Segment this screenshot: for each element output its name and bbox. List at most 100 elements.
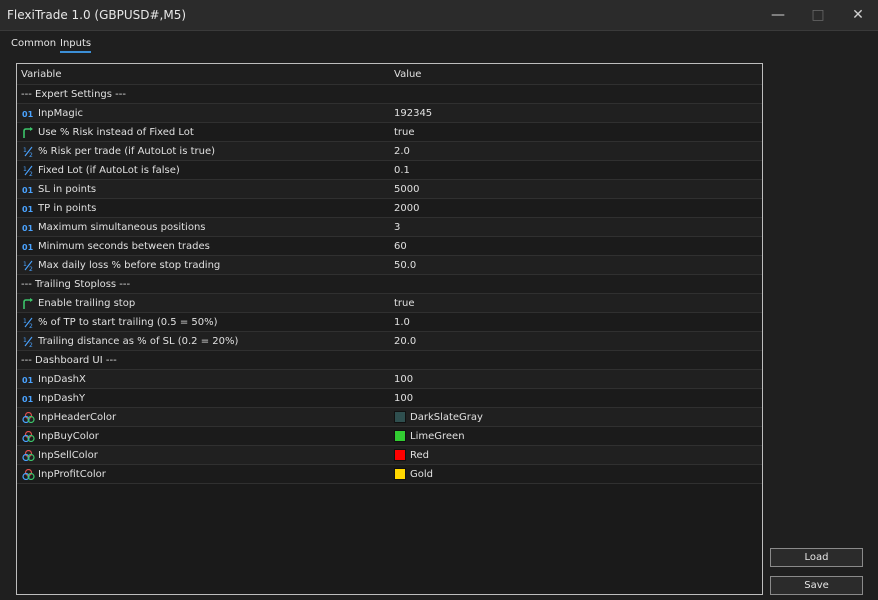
color-swatch (394, 468, 406, 480)
value-text: 60 (394, 240, 407, 252)
variable-label: InpSellColor (38, 449, 98, 461)
value-cell[interactable]: 1.0 (394, 313, 754, 331)
double-type-icon: 12 (21, 164, 35, 176)
svg-text:1: 1 (23, 261, 27, 268)
table-row[interactable]: 01 InpDashX 100 (17, 370, 762, 389)
window-title: FlexiTrade 1.0 (GBPUSD#,M5) (7, 8, 187, 22)
variable-label: % of TP to start trailing (0.5 = 50%) (38, 316, 218, 328)
table-row[interactable]: 1 2% of TP to start trailing (0.5 = 50%) 1… (17, 313, 762, 332)
value-cell[interactable]: DarkSlateGray (394, 408, 754, 426)
variable-cell: 01 SL in points (21, 180, 386, 198)
variable-cell: --- Trailing Stoploss --- (21, 275, 386, 293)
variable-label: Fixed Lot (if AutoLot is false) (38, 164, 180, 176)
table-row[interactable]: 1 2 Trailing distance as % of SL (0.2 = 20… (17, 332, 762, 351)
value-cell[interactable]: 3 (394, 218, 754, 236)
header-value[interactable]: Value (394, 64, 754, 84)
section-row: --- Trailing Stoploss --- (17, 275, 762, 294)
table-row[interactable]: InpProfitColor Gold (17, 465, 762, 484)
table-row[interactable]: Enable trailing stop true (17, 294, 762, 313)
section-row: --- Dashboard UI --- (17, 351, 762, 370)
value-cell[interactable]: 5000 (394, 180, 754, 198)
double-type-icon: 12 (21, 145, 35, 157)
svg-text:1: 1 (23, 147, 27, 154)
value-text: LimeGreen (410, 430, 465, 442)
table-row[interactable]: 01 TP in points 2000 (17, 199, 762, 218)
header-variable[interactable]: Variable (21, 64, 386, 84)
svg-text:1: 1 (23, 318, 27, 325)
value-cell[interactable]: 192345 (394, 104, 754, 122)
value-cell[interactable]: Gold (394, 465, 754, 483)
value-cell[interactable]: 60 (394, 237, 754, 255)
value-cell[interactable]: 20.0 (394, 332, 754, 350)
load-button[interactable]: Load (770, 548, 863, 567)
variable-cell: Use % Risk instead of Fixed Lot (21, 123, 386, 141)
table-row[interactable]: 01 InpMagic 192345 (17, 104, 762, 123)
table-row[interactable]: InpHeaderColor DarkSlateGray (17, 408, 762, 427)
table-row[interactable]: 01 Minimum seconds between trades 60 (17, 237, 762, 256)
value-cell[interactable]: true (394, 123, 754, 141)
table-row[interactable]: 1 2 Max daily loss % before stop trading 50… (17, 256, 762, 275)
svg-text:2: 2 (29, 266, 33, 271)
double-type-icon: 12 (21, 259, 35, 271)
variable-cell: 1 2 Trailing distance as % of SL (0.2 = 20… (21, 332, 386, 350)
variable-cell: 01 TP in points (21, 199, 386, 217)
table-row[interactable]: 01 SL in points 5000 (17, 180, 762, 199)
table-row[interactable]: 1 2 Fixed Lot (if AutoLot is false) 0.1 (17, 161, 762, 180)
value-cell[interactable]: 2000 (394, 199, 754, 217)
minimize-icon: — (771, 7, 785, 23)
value-cell[interactable]: 100 (394, 370, 754, 388)
table-row[interactable]: 1 2% Risk per trade (if AutoLot is true) 2… (17, 142, 762, 161)
value-text: true (394, 126, 415, 138)
table-row[interactable]: 01 InpDashY 100 (17, 389, 762, 408)
tab-inputs[interactable]: Inputs (60, 38, 92, 53)
integer-type-icon: 01 (21, 221, 35, 233)
boolean-type-icon (21, 297, 35, 309)
value-text: 0.1 (394, 164, 410, 176)
section-row: --- Expert Settings --- (17, 85, 762, 104)
variable-cell: 01 Maximum simultaneous positions (21, 218, 386, 236)
tab-common[interactable]: Common (11, 38, 56, 49)
variable-cell: InpHeaderColor (21, 408, 386, 426)
svg-text:2: 2 (29, 171, 33, 176)
svg-text:2: 2 (29, 342, 33, 347)
save-button[interactable]: Save (770, 576, 863, 595)
svg-text:01: 01 (22, 243, 34, 252)
close-icon: ✕ (852, 7, 864, 23)
value-text: true (394, 297, 415, 309)
table-row[interactable]: 01 Maximum simultaneous positions 3 (17, 218, 762, 237)
table-row[interactable]: Use % Risk instead of Fixed Lot true (17, 123, 762, 142)
minimize-button[interactable]: — (758, 0, 798, 30)
value-cell[interactable]: 100 (394, 389, 754, 407)
table-row[interactable]: InpBuyColor LimeGreen (17, 427, 762, 446)
color-swatch (394, 411, 406, 423)
svg-text:1: 1 (23, 337, 27, 344)
double-type-icon: 12 (21, 335, 35, 347)
value-text: Gold (410, 468, 433, 480)
value-cell[interactable]: Red (394, 446, 754, 464)
svg-text:01: 01 (22, 186, 34, 195)
table-row[interactable]: InpSellColor Red (17, 446, 762, 465)
color-type-icon (21, 449, 35, 461)
value-text: 100 (394, 373, 414, 385)
value-cell[interactable]: LimeGreen (394, 427, 754, 445)
value-cell[interactable]: true (394, 294, 754, 312)
variable-cell: --- Expert Settings --- (21, 85, 386, 103)
svg-text:01: 01 (22, 224, 34, 233)
table-header: Variable Value (17, 64, 762, 85)
variable-label: InpMagic (38, 107, 84, 119)
tab-bar: Common Inputs (0, 31, 878, 53)
color-swatch (394, 449, 406, 461)
value-cell (394, 85, 754, 103)
variable-label: Use % Risk instead of Fixed Lot (38, 126, 194, 138)
variable-label: InpDashY (38, 392, 86, 404)
value-cell[interactable]: 50.0 (394, 256, 754, 274)
value-cell[interactable]: 0.1 (394, 161, 754, 179)
value-cell[interactable]: 2.0 (394, 142, 754, 160)
close-button[interactable]: ✕ (838, 0, 878, 30)
variable-cell: 1 2 Max daily loss % before stop trading (21, 256, 386, 274)
maximize-button[interactable]: □ (798, 0, 838, 30)
value-text: 100 (394, 392, 414, 404)
table-body: --- Expert Settings --- 01 InpMagic 192345 U… (17, 85, 762, 484)
variable-cell: 1 2 Fixed Lot (if AutoLot is false) (21, 161, 386, 179)
variable-cell: --- Dashboard UI --- (21, 351, 386, 369)
